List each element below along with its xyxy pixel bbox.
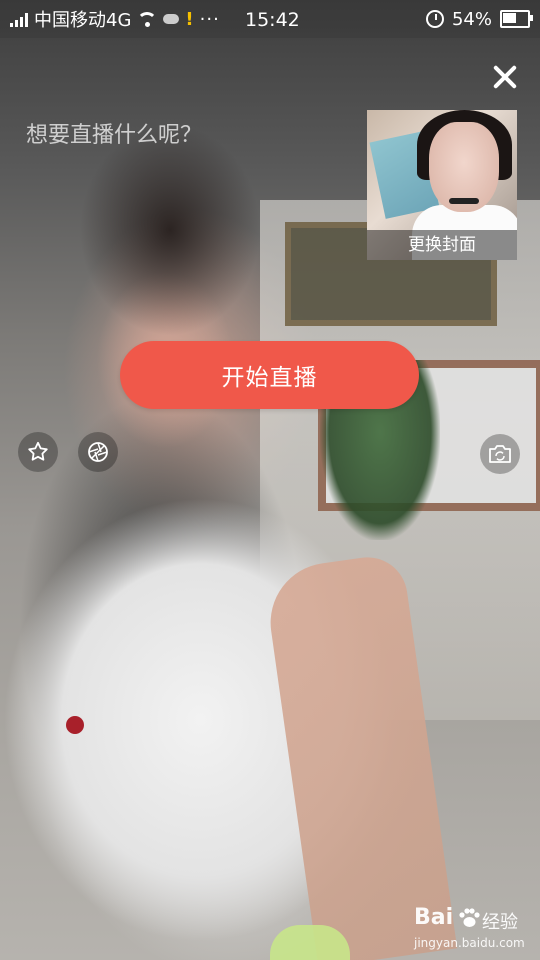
change-cover-label: 更换封面 xyxy=(367,230,517,260)
start-live-button[interactable]: 开始直播 xyxy=(120,341,419,409)
green-object xyxy=(270,925,350,960)
weather-icon xyxy=(163,14,180,24)
alarm-icon xyxy=(425,10,444,28)
live-broadcast-setup-screen: 中国移动4G ! ··· 15:42 54% 更换封面 开始直播 xyxy=(0,0,540,960)
watermark-url: jingyan.baidu.com xyxy=(414,936,525,950)
watermark-brand: Bai xyxy=(414,905,454,930)
star-button[interactable] xyxy=(18,432,58,472)
close-icon[interactable] xyxy=(488,60,522,94)
baidu-paw-icon xyxy=(459,908,480,927)
status-time: 15:42 xyxy=(245,9,300,31)
beauty-filter-icon xyxy=(88,442,108,462)
switch-camera-button[interactable] xyxy=(480,434,520,474)
watermark-suffix: 经验 xyxy=(482,912,518,933)
battery-fill xyxy=(503,13,516,23)
person-shirt xyxy=(0,470,430,960)
switch-camera-icon xyxy=(489,445,511,463)
person-arm xyxy=(262,552,458,960)
carrier-label: 中国移动4G xyxy=(34,10,132,31)
warning-icon: ! xyxy=(185,8,194,30)
signal-icon xyxy=(10,11,28,27)
battery-percent: 54% xyxy=(451,8,492,30)
more-dots-icon: ··· xyxy=(199,8,220,30)
status-bar: 中国移动4G ! ··· 15:42 54% xyxy=(0,0,540,38)
status-right: 54% xyxy=(425,8,540,30)
wifi-icon xyxy=(137,12,158,27)
status-left: 中国移动4G ! ··· xyxy=(0,6,220,32)
live-title-input[interactable] xyxy=(24,116,348,154)
cover-necklace xyxy=(449,198,479,204)
baidu-jingyan-watermark: Bai 经验 jingyan.baidu.com xyxy=(414,905,534,955)
shirt-brooch xyxy=(66,716,84,734)
background-chair xyxy=(0,320,330,960)
star-icon xyxy=(28,441,48,461)
change-cover-button[interactable]: 更换封面 xyxy=(367,110,517,260)
beauty-filter-button[interactable] xyxy=(78,432,118,472)
battery-icon xyxy=(500,10,533,28)
